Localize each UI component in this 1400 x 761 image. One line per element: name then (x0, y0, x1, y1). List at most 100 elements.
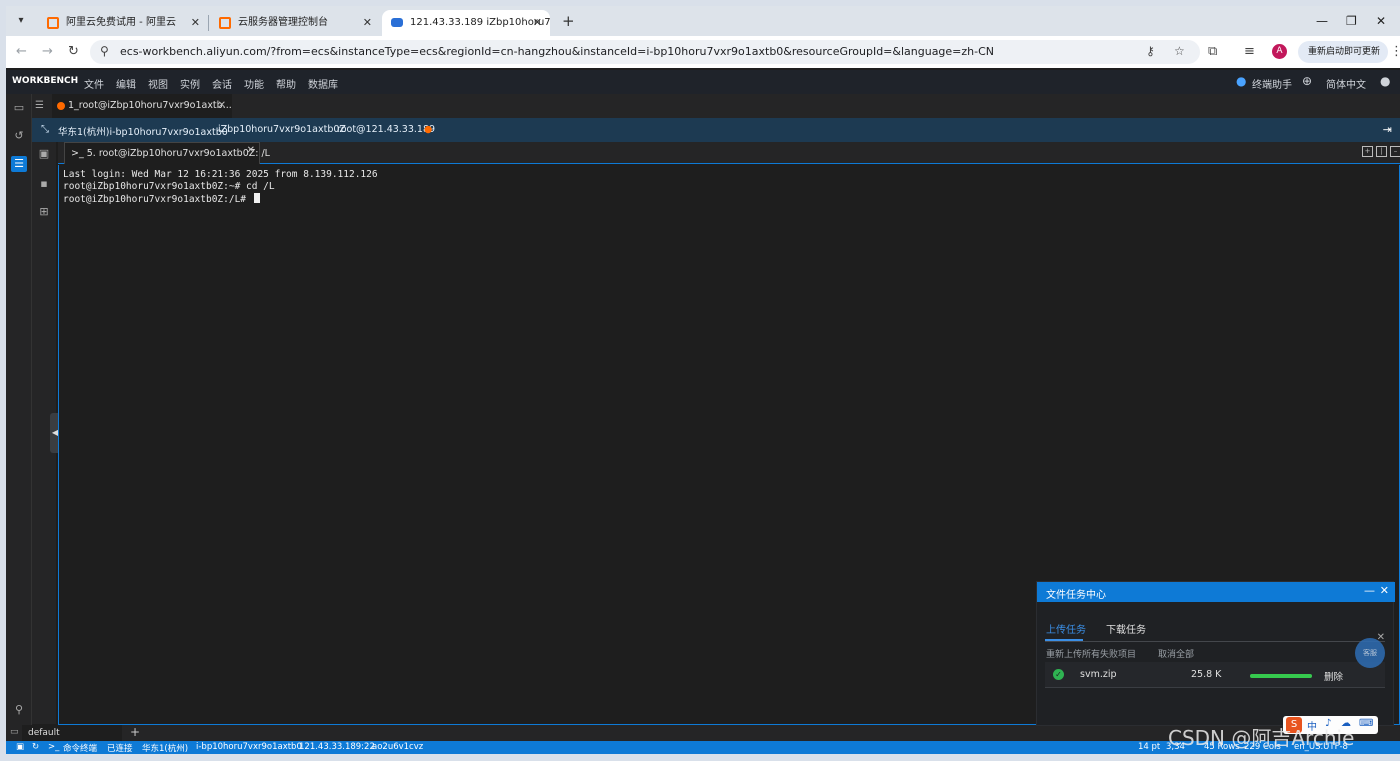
connection-status-icon: ● (424, 124, 433, 135)
split-vertical-icon[interactable]: | (1376, 146, 1387, 157)
close-tab-icon[interactable]: ✕ (363, 10, 372, 36)
close-tab-icon[interactable]: ✕ (533, 10, 542, 36)
upload-file-name: svm.zip (1080, 669, 1117, 680)
reading-list-icon[interactable]: ≡ (1244, 44, 1255, 59)
globe-icon[interactable]: ⊕ (1302, 74, 1312, 88)
terminal-cursor (253, 193, 260, 203)
browser-tab-strip: ▾ 阿里云免费试用 - 阿里云 ✕ 云服务器管理控制台 ✕ 121.43.33.… (6, 6, 1400, 36)
exit-session-icon[interactable]: ⇥ (1383, 123, 1392, 136)
browser-tab[interactable]: 云服务器管理控制台 ✕ (210, 10, 380, 36)
delete-task-button[interactable]: 删除 (1324, 669, 1343, 683)
status-instance-id: i-bp10horu7vxr9o1axtb0 (196, 742, 302, 752)
status-font-size[interactable]: 14 pt (1138, 742, 1160, 752)
extensions-icon[interactable]: ⧉ (1208, 44, 1217, 59)
bookmark-star-icon[interactable]: ☆ (1174, 44, 1185, 58)
history-icon[interactable]: ↺ (11, 128, 27, 144)
user-account-icon[interactable]: ● (1380, 74, 1390, 88)
session-list-icon[interactable]: ☰ (35, 100, 44, 111)
ime-keyboard-icon[interactable]: ⌨ (1359, 718, 1373, 729)
explorer-folder-icon[interactable]: ▭ (11, 100, 27, 116)
aliyun-favicon-icon (47, 17, 59, 29)
menu-features[interactable]: 功能 (244, 76, 264, 91)
browser-tab[interactable]: 阿里云免费试用 - 阿里云 ✕ (38, 10, 208, 36)
url-text[interactable]: ecs-workbench.aliyun.com/?from=ecs&insta… (120, 45, 994, 58)
restore-window-icon[interactable]: ❐ (1346, 14, 1357, 28)
menu-session[interactable]: 会话 (212, 76, 232, 91)
pin-icon[interactable]: ⚲ (11, 702, 27, 718)
new-tab-icon[interactable]: + (562, 12, 575, 30)
tab-list-chevron-icon[interactable]: ▾ (12, 12, 30, 30)
close-terminal-tab-icon[interactable]: ✕ (247, 140, 255, 161)
minimize-panel-icon[interactable]: — (1364, 584, 1375, 597)
panel-icon[interactable]: ▭ (10, 727, 19, 737)
menu-instance[interactable]: 实例 (180, 76, 200, 91)
new-terminal-icon[interactable]: + (1362, 146, 1373, 157)
default-tab[interactable]: default (22, 725, 122, 741)
tab-download-tasks[interactable]: 下载任务 (1106, 621, 1146, 636)
tab-upload-tasks[interactable]: 上传任务 (1046, 621, 1086, 636)
split-horizontal-icon[interactable]: – (1390, 146, 1400, 157)
file-icon[interactable]: ▪ (36, 176, 52, 192)
tab-divider (1045, 641, 1385, 642)
close-session-icon[interactable]: ✕ (218, 94, 226, 118)
session-tab-bar: ☰ 1_root@iZbp10horu7vxr9o1axtb... ✕ (32, 94, 1400, 118)
upload-file-size: 25.8 K (1191, 669, 1222, 680)
retry-all-failed-button[interactable]: 重新上传所有失败项目 (1046, 647, 1136, 660)
terminal-tab[interactable]: >_ 5. root@iZbp10horu7vxr9o1axtb0Z: /L ✕ (64, 140, 270, 164)
language-selector[interactable]: 简体中文 (1326, 76, 1366, 91)
instance-region-id: 华东1(杭州)i-bp10horu7vxr9o1axtb0 (58, 127, 228, 138)
csdn-watermark: CSDN @阿吉Archie (1168, 726, 1355, 750)
browser-tab-active[interactable]: 121.43.33.189 iZbp10horu7v... ✕ (382, 10, 550, 36)
menu-database[interactable]: 数据库 (308, 76, 338, 91)
instance-info-bar: ⤡ 华东1(杭州)i-bp10horu7vxr9o1axtb0 iZbp10ho… (32, 118, 1400, 142)
terminal-line: Last login: Wed Mar 12 16:21:36 2025 fro… (63, 169, 378, 180)
grid-icon[interactable]: ⊞ (36, 204, 52, 220)
browser-tab-title: 云服务器管理控制台 (238, 17, 328, 28)
menu-file[interactable]: 文件 (84, 76, 104, 91)
fullscreen-icon[interactable]: ⤡ (41, 124, 49, 135)
reload-icon[interactable]: ↻ (68, 44, 79, 59)
status-refresh-icon[interactable]: ↻ (32, 742, 39, 752)
browser-tab-title: 阿里云免费试用 - 阿里云 (66, 17, 176, 28)
workbench-favicon-icon (391, 18, 403, 27)
browser-menu-icon[interactable]: ⋮ (1390, 44, 1400, 59)
close-window-icon[interactable]: ✕ (1376, 14, 1386, 28)
instances-list-icon[interactable]: ☰ (11, 156, 27, 172)
minimize-window-icon[interactable]: — (1316, 14, 1328, 28)
terminal-assistant-button[interactable]: 终端助手 (1252, 76, 1292, 91)
session-tab[interactable]: 1_root@iZbp10horu7vxr9o1axtb... ✕ (52, 94, 232, 118)
terminal-prompt-line: root@iZbp10horu7vxr9o1axtb0Z:/L# (63, 194, 252, 205)
terminal-icon[interactable]: ▣ (36, 146, 52, 162)
password-key-icon[interactable]: ⚷ (1146, 44, 1155, 58)
status-address: 121.43.33.189:22 (299, 742, 375, 752)
omnibox[interactable]: ⚲ ecs-workbench.aliyun.com/?from=ecs&ins… (90, 40, 1200, 64)
close-tab-icon[interactable]: ✕ (191, 10, 200, 36)
browser-tab-title: 121.43.33.189 iZbp10horu7v... (410, 17, 550, 28)
status-command-terminal[interactable]: 命令终端 (63, 742, 97, 754)
status-region: 华东1(杭州) (142, 744, 189, 754)
file-task-center-header: 文件任务中心 — ✕ (1037, 582, 1395, 602)
site-info-icon[interactable]: ⚲ (100, 44, 109, 58)
update-browser-button[interactable]: 重新启动即可更新 (1298, 41, 1388, 63)
file-task-center-panel: 文件任务中心 — ✕ 上传任务 下载任务 ✕ 重新上传所有失败项目 取消全部 ✓… (1036, 581, 1395, 726)
close-panel-icon[interactable]: ✕ (1380, 584, 1389, 597)
session-status-icon (57, 102, 65, 110)
check-circle-icon: ✓ (1053, 669, 1064, 680)
support-bubble[interactable]: 客服 (1355, 638, 1385, 668)
menu-view[interactable]: 视图 (148, 76, 168, 91)
profile-avatar[interactable]: A (1272, 44, 1287, 59)
activity-bar: ▭ ↺ ☰ ⚲ (6, 94, 32, 740)
terminal-tab-bar: >_ 5. root@iZbp10horu7vxr9o1axtb0Z: /L ✕… (58, 142, 1400, 164)
side-panel-rail: ▣ ▪ ⊞ (32, 94, 56, 724)
workbench-menubar: WORKBENCH 文件 编辑 视图 实例 会话 功能 帮助 数据库 ● 终端助… (6, 70, 1400, 94)
back-arrow-icon[interactable]: ← (16, 44, 27, 59)
menu-help[interactable]: 帮助 (276, 76, 296, 91)
forward-arrow-icon[interactable]: → (42, 44, 53, 59)
add-tab-icon[interactable]: + (130, 725, 140, 739)
menu-edit[interactable]: 编辑 (116, 76, 136, 91)
cancel-all-button[interactable]: 取消全部 (1158, 647, 1194, 660)
session-tab-label: 1_root@iZbp10horu7vxr9o1axtb... (68, 100, 232, 111)
instance-hostname: iZbp10horu7vxr9o1axtb0Z (218, 124, 346, 135)
status-layers-icon[interactable]: ▣ (16, 742, 24, 752)
terminal-assistant-icon[interactable]: ● (1236, 74, 1246, 88)
